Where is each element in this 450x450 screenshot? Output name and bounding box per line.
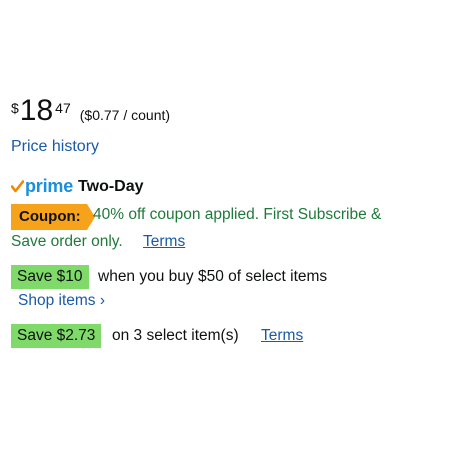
coupon-description-line2: Save order only.: [11, 233, 123, 250]
price-display: $ 18 47 ($0.77 / count): [11, 96, 170, 126]
price-history-link[interactable]: Price history: [11, 138, 99, 156]
coupon-terms-link[interactable]: Terms: [143, 233, 185, 251]
prime-logo: prime: [25, 176, 74, 196]
promo-terms-link[interactable]: Terms: [261, 327, 303, 345]
unit-price: ($0.77 / count): [79, 107, 171, 123]
save-10-badge: Save $10: [11, 265, 89, 289]
prime-check-icon: [11, 180, 24, 193]
coupon-description-line1: 40% off coupon applied. First Subscribe …: [93, 206, 382, 223]
save-2-73-badge: Save $2.73: [11, 324, 102, 348]
save-2-73-description: on 3 select item(s): [112, 327, 239, 344]
price-fraction: 47: [55, 100, 71, 116]
prime-speed: Two-Day: [78, 177, 144, 195]
prime-delivery: prime Two-Day: [11, 176, 144, 197]
shop-items-link[interactable]: Shop items ›: [18, 292, 105, 310]
coupon-badge: Coupon:: [11, 204, 95, 230]
price-whole: 18: [19, 94, 54, 127]
price-currency-symbol: $: [11, 100, 19, 116]
coupon-label: Coupon:: [19, 208, 81, 225]
save-10-description: when you buy $50 of select items: [98, 268, 328, 285]
